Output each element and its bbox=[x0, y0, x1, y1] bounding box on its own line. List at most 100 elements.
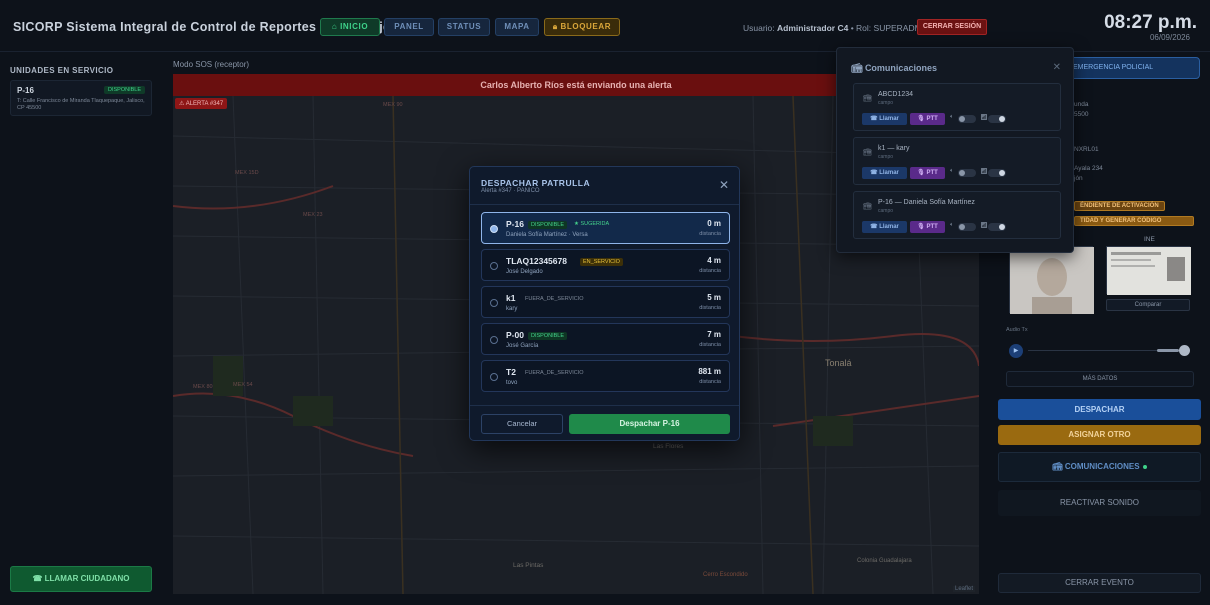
radio-button[interactable] bbox=[490, 336, 498, 344]
patrol-distance: 5 m bbox=[707, 293, 721, 302]
comms-item-sub: campo bbox=[878, 100, 894, 106]
dispatch-button[interactable]: DESPACHAR bbox=[998, 399, 1201, 420]
close-icon[interactable]: ✕ bbox=[719, 179, 729, 191]
speaker-toggle[interactable] bbox=[958, 223, 976, 231]
patrol-option-p00[interactable]: P-00 DISPONIBLE José García 7 m distanci… bbox=[481, 323, 730, 355]
map-label-road: MEX 23 bbox=[303, 212, 323, 218]
play-icon[interactable]: ▶ bbox=[1009, 344, 1023, 358]
patrol-code: P-16 bbox=[506, 219, 524, 229]
reactivate-sound-button[interactable]: REACTIVAR SONIDO bbox=[998, 490, 1201, 516]
clock: 08:27 p.m. bbox=[1104, 12, 1197, 33]
unit-code: P-16 bbox=[17, 86, 34, 95]
patrol-option-p16[interactable]: P-16 DISPONIBLE ★ SUGERIDA Daniela Sofía… bbox=[481, 212, 730, 244]
map-label-place: Cerro Escondido bbox=[703, 572, 748, 578]
partial-text: unda bbox=[1074, 101, 1089, 108]
communications-button[interactable]: 📻︎ COMUNICACIONES bbox=[998, 452, 1201, 482]
phone-icon: ☎ bbox=[870, 224, 880, 230]
speaker-toggle[interactable] bbox=[958, 169, 976, 177]
top-header: SICORP Sistema Integral de Control de Re… bbox=[0, 0, 1210, 52]
radio-icon: 📻︎ bbox=[851, 63, 865, 73]
patrol-option-tlaq[interactable]: TLAQ12345678 EN_SERVICIO José Delgado 4 … bbox=[481, 249, 730, 281]
dispatch-modal: DESPACHAR PATRULLA Alerta #347 · PANICO … bbox=[469, 166, 740, 441]
modal-subtitle: Alerta #347 · PANICO bbox=[481, 188, 540, 194]
dispatch-confirm-button[interactable]: Despachar P-16 bbox=[569, 414, 730, 434]
nav-inicio-button[interactable]: ⌂ INICIO bbox=[320, 18, 380, 36]
face-photo-icon bbox=[1010, 247, 1094, 314]
patrol-distance: 4 m bbox=[707, 256, 721, 265]
speaker-icon: 🔈︎ bbox=[950, 222, 954, 228]
distance-label: distancia bbox=[699, 231, 721, 237]
unit-address: T: Calle Francisco de Miranda Tlaquepaqu… bbox=[17, 98, 145, 111]
radio-button[interactable] bbox=[490, 262, 498, 270]
nav-bloquear-button[interactable]: 🔒︎ BLOQUEAR bbox=[544, 18, 620, 36]
call-label: Llamar bbox=[879, 116, 899, 122]
distance-label: distancia bbox=[699, 305, 721, 311]
ptt-button[interactable]: 🎙︎ PTT bbox=[910, 221, 945, 233]
patrol-officer: José García bbox=[506, 343, 539, 349]
radio-button[interactable] bbox=[490, 225, 498, 233]
signal-toggle[interactable] bbox=[988, 169, 1006, 177]
speaker-toggle[interactable] bbox=[958, 115, 976, 123]
map-label-place: Las Pintas bbox=[513, 562, 544, 569]
warning-icon: ⚠ bbox=[179, 101, 186, 107]
ptt-label: PTT bbox=[926, 224, 938, 230]
communications-label: COMUNICACIONES bbox=[1064, 462, 1140, 471]
call-label: Llamar bbox=[879, 170, 899, 176]
signal-toggle[interactable] bbox=[988, 115, 1006, 123]
user-name: Administrador C4 bbox=[777, 23, 849, 33]
alert-chip[interactable]: ⚠ ALERTA #347 bbox=[175, 98, 228, 109]
audio-volume-knob[interactable] bbox=[1179, 345, 1190, 356]
distance-label: distancia bbox=[699, 342, 721, 348]
call-button[interactable]: ☎ Llamar bbox=[862, 221, 907, 233]
logout-button[interactable]: CERRAR SESIÓN bbox=[917, 19, 987, 35]
distance-label: distancia bbox=[699, 268, 721, 274]
ptt-button[interactable]: 🎙︎ PTT bbox=[910, 167, 945, 179]
radio-icon: 📻︎ bbox=[863, 149, 872, 156]
signal-toggle[interactable] bbox=[988, 223, 1006, 231]
audio-track[interactable] bbox=[1028, 350, 1178, 351]
radio-icon: 📻︎ bbox=[863, 95, 872, 102]
assign-other-button[interactable]: ASIGNAR OTRO bbox=[998, 425, 1201, 445]
status-badge: EN_SERVICIO bbox=[580, 258, 623, 266]
comms-item-name: P-16 — Daniela Sofía Martínez bbox=[878, 199, 975, 206]
nav-status-button[interactable]: STATUS bbox=[438, 18, 490, 36]
call-citizen-label: LLAMAR CIUDADANO bbox=[44, 574, 130, 583]
divider bbox=[470, 405, 739, 406]
verify-identity-button[interactable]: TIDAD Y GENERAR CÓDIGO bbox=[1074, 216, 1194, 226]
patrol-option-t2[interactable]: T2 FUERA_DE_SERVICIO tovo 881 m distanci… bbox=[481, 360, 730, 392]
left-sidebar: UNIDADES EN SERVICIO P-16 DISPONIBLE T: … bbox=[0, 52, 163, 605]
map-label-road: MEX 80 bbox=[193, 384, 213, 390]
close-event-button[interactable]: CERRAR EVENTO bbox=[998, 573, 1201, 593]
call-button[interactable]: ☎ Llamar bbox=[862, 113, 907, 125]
comms-item: 📻︎ ABCD1234 campo ☎ Llamar 🎙︎ PTT 🔈︎ 📶︎ bbox=[853, 83, 1061, 131]
audio-label: Audio Tx bbox=[1006, 327, 1028, 333]
patrol-code: T2 bbox=[506, 367, 516, 377]
unit-card[interactable]: P-16 DISPONIBLE T: Calle Francisco de Mi… bbox=[10, 80, 152, 116]
cancel-button[interactable]: Cancelar bbox=[481, 414, 563, 434]
date: 06/09/2026 bbox=[1149, 33, 1190, 42]
call-button[interactable]: ☎ Llamar bbox=[862, 167, 907, 179]
communications-title-label: Comunicaciones bbox=[864, 63, 937, 73]
compare-button[interactable]: Comparar bbox=[1106, 299, 1190, 311]
comms-item-sub: campo bbox=[878, 154, 894, 160]
map-label-road: MEX 54 bbox=[233, 382, 253, 388]
call-citizen-button[interactable]: ☎ LLAMAR CIUDADANO bbox=[10, 566, 152, 592]
divider bbox=[470, 204, 739, 205]
signal-icon: 📶︎ bbox=[980, 169, 988, 175]
patrol-code: k1 bbox=[506, 293, 516, 303]
radio-button[interactable] bbox=[490, 299, 498, 307]
nav-mapa-button[interactable]: MAPA bbox=[495, 18, 539, 36]
more-data-button[interactable]: MÁS DATOS bbox=[1006, 371, 1194, 387]
map-label-place: Colonia Guadalajara bbox=[857, 558, 912, 564]
patrol-code: P-00 bbox=[506, 330, 524, 340]
nav-panel-button[interactable]: PANEL bbox=[384, 18, 434, 36]
close-icon[interactable]: ✕ bbox=[1053, 62, 1061, 73]
map-attribution[interactable]: Leaflet bbox=[952, 586, 975, 592]
map-label-place: Tonalá bbox=[825, 358, 852, 368]
patrol-option-k1[interactable]: k1 FUERA_DE_SERVICIO kary 5 m distancia bbox=[481, 286, 730, 318]
patrol-officer: José Delgado bbox=[506, 269, 543, 275]
patrol-distance: 7 m bbox=[707, 330, 721, 339]
phone-icon: ☎ bbox=[870, 116, 880, 122]
ptt-button[interactable]: 🎙︎ PTT bbox=[910, 113, 945, 125]
radio-button[interactable] bbox=[490, 373, 498, 381]
